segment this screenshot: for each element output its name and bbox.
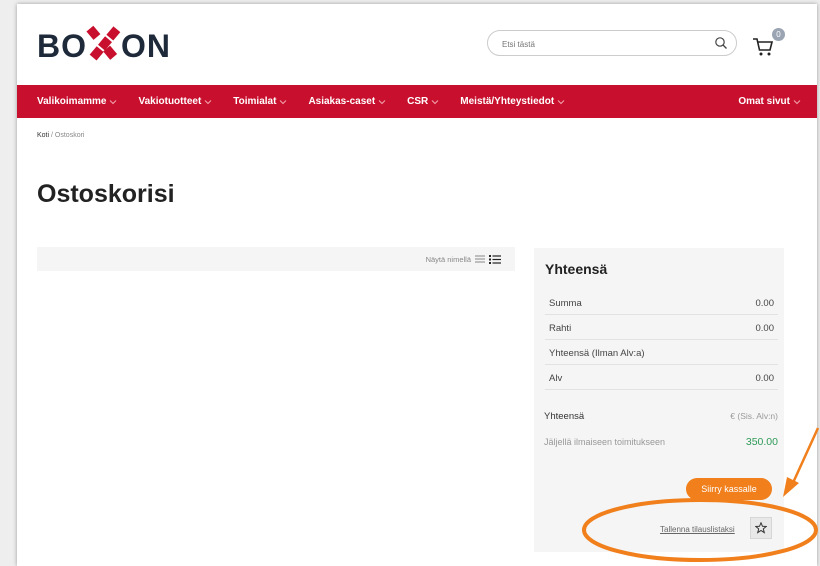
breadcrumb: Koti / Ostoskori	[37, 132, 84, 139]
nav-item-meista-yhteystiedot[interactable]: Meistä/Yhteystiedot	[460, 96, 565, 107]
summary-total-label: Yhteensä	[544, 411, 585, 422]
chevron-down-icon	[557, 99, 565, 104]
view-mode-label: Näytä nimellä	[425, 255, 471, 264]
nav-item-asiakas-caset[interactable]: Asiakas-caset	[308, 96, 386, 107]
chevron-down-icon	[793, 99, 801, 104]
nav-label: Meistä/Yhteystiedot	[460, 96, 555, 107]
checkout-button[interactable]: Siirry kassalle	[686, 478, 772, 500]
chevron-down-icon	[204, 99, 212, 104]
chevron-down-icon	[110, 99, 117, 104]
nav-label: CSR	[407, 96, 429, 107]
summary-row-value: 0.00	[755, 373, 775, 384]
save-order-list-button[interactable]	[750, 517, 772, 539]
main-nav: Valikoimamme Vakiotuotteet Toimialat Asi…	[17, 85, 817, 118]
summary-row-label: Alv	[549, 373, 563, 384]
page-title: Ostoskorisi	[37, 180, 175, 208]
nav-item-valikoimamme[interactable]: Valikoimamme	[37, 96, 117, 107]
view-toolbar: Näytä nimellä	[37, 247, 515, 271]
chevron-down-icon	[431, 99, 439, 104]
summary-row-value: 0.00	[755, 323, 775, 334]
chevron-down-icon	[280, 99, 287, 104]
nav-label: Vakiotuotteet	[138, 96, 202, 107]
nav-label: Valikoimamme	[37, 96, 107, 107]
summary-row-label: Yhteensä (Ilman Alv:a)	[549, 348, 645, 359]
nav-item-csr[interactable]: CSR	[407, 96, 439, 107]
free-shipping-label: Jäljellä ilmaiseen toimitukseen	[544, 437, 666, 447]
nav-label: Omat sivut	[738, 96, 790, 107]
summary-row-value: 0.00	[755, 298, 775, 309]
summary-total-value: € (Sis. Alv:n)	[730, 411, 778, 421]
search-icon[interactable]	[714, 36, 728, 50]
nav-item-omat-sivut[interactable]: Omat sivut	[738, 96, 801, 107]
logo-text-suffix: ON	[121, 28, 171, 64]
summary-title: Yhteensä	[545, 261, 608, 277]
nav-label: Asiakas-caset	[308, 96, 376, 107]
breadcrumb-separator: /	[51, 132, 53, 139]
save-order-list-link[interactable]: Tallenna tilauslistaksi	[660, 525, 735, 534]
star-icon	[755, 522, 767, 534]
summary-row-rahti: Rahti 0.00	[545, 315, 778, 340]
free-shipping-value: 350.00	[745, 436, 778, 448]
summary-row-summa: Summa 0.00	[545, 290, 778, 315]
logo-text-prefix: BO	[37, 28, 87, 64]
breadcrumb-home-link[interactable]: Koti	[37, 132, 49, 139]
search-input[interactable]	[500, 36, 704, 52]
breadcrumb-current: Ostoskori	[54, 132, 85, 139]
summary-row-alv: Alv 0.00	[545, 365, 778, 390]
page: BO ON 0 Valikoimamme Vakiotuotteet	[17, 4, 817, 566]
nav-item-vakiotuotteet[interactable]: Vakiotuotteet	[138, 96, 212, 107]
nav-label: Toimialat	[233, 96, 277, 107]
cart-summary: Yhteensä Summa 0.00 Rahti 0.00 Yhteensä …	[534, 248, 784, 552]
boxon-logo[interactable]: BO ON	[37, 22, 170, 72]
logo-x-icon	[86, 25, 121, 61]
nav-item-toimialat[interactable]: Toimialat	[233, 96, 287, 107]
summary-row-label: Rahti	[549, 323, 572, 334]
chevron-down-icon	[378, 99, 386, 104]
summary-row-label: Summa	[549, 298, 582, 309]
summary-row-yhteensa-ilman-alv: Yhteensä (Ilman Alv:a)	[545, 340, 778, 365]
cart-button[interactable]: 0	[751, 28, 785, 58]
detailed-list-view-icon[interactable]	[489, 254, 501, 264]
list-view-icon[interactable]	[475, 254, 485, 264]
search-box[interactable]	[487, 30, 737, 56]
cart-count-badge: 0	[772, 28, 785, 41]
cart-icon	[753, 38, 774, 56]
